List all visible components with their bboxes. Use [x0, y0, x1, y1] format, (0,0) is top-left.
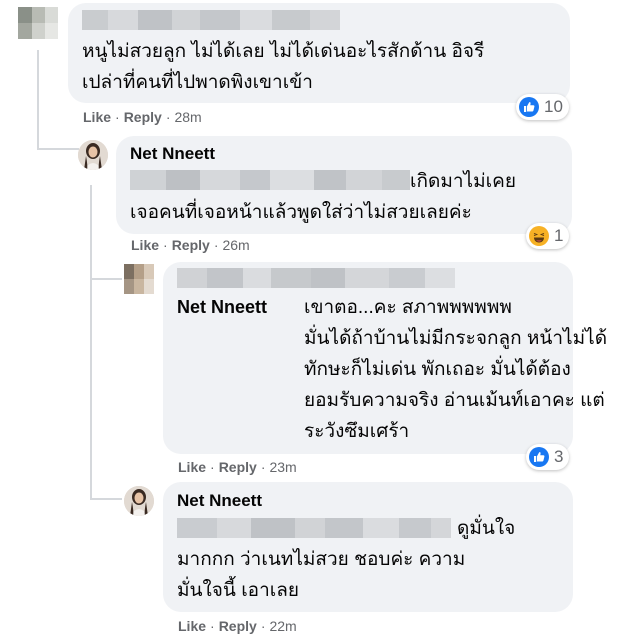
reaction-count[interactable]: 3 [526, 444, 570, 470]
avatar[interactable] [18, 7, 58, 39]
reaction-count-value: 1 [554, 226, 564, 245]
timestamp[interactable]: 28m [174, 109, 201, 125]
haha-icon [529, 226, 549, 246]
reply-link[interactable]: Reply [219, 618, 257, 634]
thread-line [37, 50, 39, 150]
comment-actions: Like · Reply · 23m [178, 459, 297, 475]
reaction-count-value: 3 [554, 447, 564, 466]
thread-line [90, 278, 122, 280]
avatar[interactable] [124, 264, 154, 294]
reply-link[interactable]: Reply [172, 237, 210, 253]
comment-text: ดูมั่นใจ [457, 518, 516, 539]
commenter-name[interactable]: Net Nneett [177, 491, 262, 511]
comment-text: เกิดมาไม่เคย [410, 171, 516, 192]
thread-line [37, 148, 79, 150]
avatar[interactable] [124, 486, 154, 516]
like-icon [529, 447, 549, 467]
comment-actions: Like · Reply · 22m [178, 618, 297, 634]
like-link[interactable]: Like [178, 459, 206, 475]
commenter-name-redacted[interactable] [82, 10, 340, 30]
thread-line [90, 498, 122, 500]
timestamp[interactable]: 23m [269, 459, 296, 475]
tagged-name[interactable]: Net Nneett [177, 297, 267, 318]
reaction-count[interactable]: 10 [516, 94, 569, 120]
commenter-name[interactable]: Net Nneett [130, 144, 215, 164]
comment-text: เจอคนที่เจอหน้าแล้วพูดใส่ว่าไม่สวยเลยค่ะ [130, 202, 472, 223]
reaction-count-value: 10 [544, 97, 563, 116]
timestamp[interactable]: 26m [222, 237, 249, 253]
like-link[interactable]: Like [178, 618, 206, 634]
reply-link[interactable]: Reply [124, 109, 162, 125]
like-link[interactable]: Like [131, 237, 159, 253]
like-link[interactable]: Like [83, 109, 111, 125]
mention-redacted[interactable] [130, 170, 410, 190]
timestamp[interactable]: 22m [269, 618, 296, 634]
comment-actions: Like · Reply · 28m [83, 109, 202, 125]
avatar[interactable] [78, 140, 108, 170]
commenter-name-redacted[interactable] [177, 268, 455, 288]
comment-text: มากกก ว่าเนทไม่สวย ชอบค่ะ ความ มั่นใจนี้… [177, 549, 466, 601]
like-icon [519, 97, 539, 117]
mention-redacted[interactable] [177, 518, 451, 538]
reply-link[interactable]: Reply [219, 459, 257, 475]
comment-actions: Like · Reply · 26m [131, 237, 250, 253]
thread-line [90, 185, 92, 500]
comment-text: หนูไม่สวยลูก ไม่ได้เลย ไม่ได้เด่นอะไรสัก… [82, 41, 485, 93]
reaction-count[interactable]: 1 [526, 223, 570, 249]
comment-text: เขาตอ...คะ สภาพพพพพพ มั่นได้ถ้าบ้านไม่มี… [304, 297, 607, 442]
